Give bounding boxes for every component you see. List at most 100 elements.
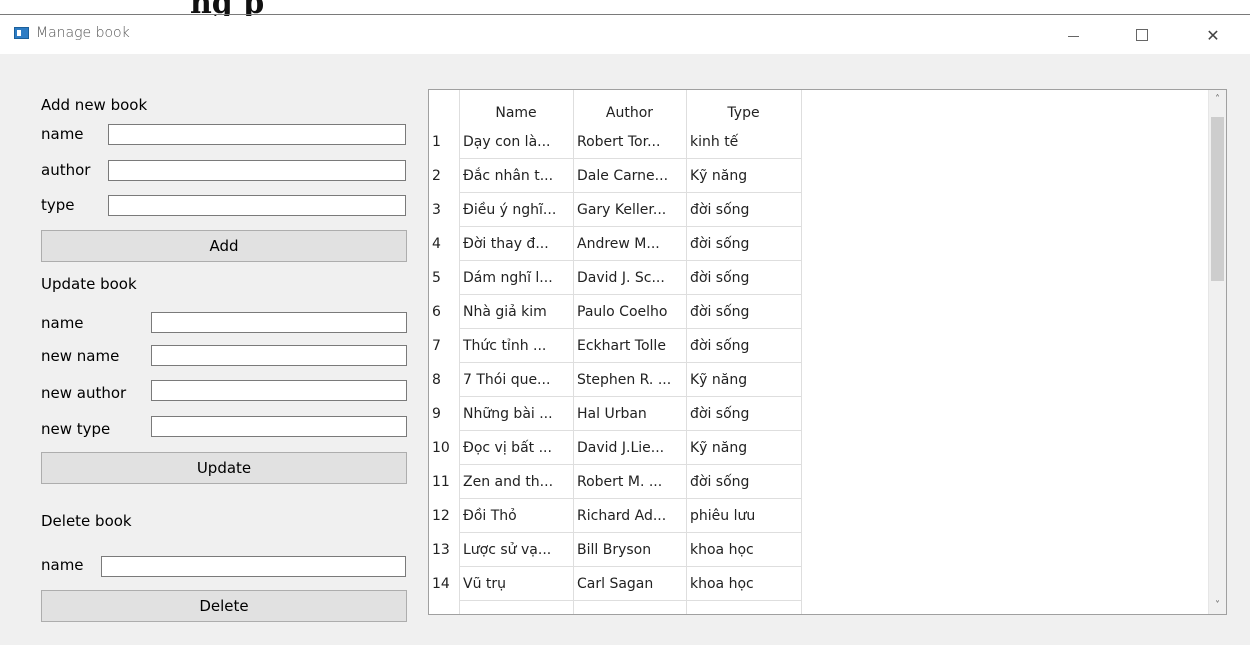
table-row[interactable]: 13 Lược sử vạ... Bill Bryson khoa học	[429, 533, 801, 567]
cell-name: Những bài ...	[463, 406, 553, 422]
cell-type: đời sống	[690, 338, 750, 354]
maximize-icon	[1136, 29, 1148, 41]
row-number: 10	[432, 440, 450, 456]
scrollbar-thumb[interactable]	[1211, 117, 1224, 281]
cell-name: Thức tỉnh ...	[463, 338, 547, 354]
minimize-icon	[1067, 35, 1079, 37]
table-row[interactable]: 8 7 Thói que... Stephen R. ... Kỹ năng	[429, 363, 801, 397]
update-button[interactable]: Update	[41, 452, 407, 484]
table-row[interactable]: 10 Đọc vị bất ... David J.Lie... Kỹ năng	[429, 431, 801, 465]
scroll-up-icon[interactable]: ˄	[1209, 90, 1226, 108]
cell-author: Paulo Coelho	[577, 304, 668, 320]
background-divider	[0, 14, 1250, 15]
row-number: 12	[432, 508, 450, 524]
add-name-label: name	[41, 125, 84, 143]
row-divider	[459, 192, 801, 193]
table-row[interactable]: 7 Thức tỉnh ... Eckhart Tolle đời sống	[429, 329, 801, 363]
grid-line	[801, 90, 802, 614]
delete-name-input[interactable]	[101, 556, 406, 577]
cell-author: Carl Sagan	[577, 576, 654, 592]
column-header-type[interactable]: Type	[686, 90, 801, 125]
cell-type: Kỹ năng	[690, 372, 748, 388]
row-number: 9	[432, 406, 441, 422]
cell-type: kinh tế	[690, 134, 739, 150]
add-button[interactable]: Add	[41, 230, 407, 262]
cell-author: Eckhart Tolle	[577, 338, 666, 354]
row-divider	[459, 464, 801, 465]
update-new-author-label: new author	[41, 384, 127, 402]
title-bar: Manage book ✕	[0, 16, 1250, 54]
row-number: 14	[432, 576, 450, 592]
update-new-name-label: new name	[41, 347, 120, 365]
row-divider	[459, 430, 801, 431]
table-row[interactable]: 12 Đồi Thỏ Richard Ad... phiêu lưu	[429, 499, 801, 533]
update-name-label: name	[41, 314, 84, 332]
close-button[interactable]: ✕	[1190, 16, 1236, 54]
cell-author: Robert Tor...	[577, 134, 661, 150]
table-row[interactable]: 14 Vũ trụ Carl Sagan khoa học	[429, 567, 801, 601]
delete-section-title: Delete book	[41, 512, 132, 530]
update-new-name-input[interactable]	[151, 345, 407, 366]
cell-name: Đời thay đ...	[463, 236, 549, 252]
table-row[interactable]: 1 Dạy con là... Robert Tor... kinh tế	[429, 125, 801, 159]
maximize-button[interactable]	[1119, 16, 1165, 54]
book-table[interactable]: Name Author Type 1 Dạy con là... Robert To…	[428, 89, 1227, 615]
cell-type: Kỹ năng	[690, 168, 748, 184]
row-divider	[459, 158, 801, 159]
update-new-author-input[interactable]	[151, 380, 407, 401]
app-window-icon	[14, 27, 29, 39]
cell-author: Andrew M...	[577, 236, 660, 252]
row-number: 2	[432, 168, 441, 184]
row-divider	[459, 226, 801, 227]
cell-author: David J.Lie...	[577, 440, 665, 456]
add-section-title: Add new book	[41, 96, 148, 114]
table-row[interactable]: 9 Những bài ... Hal Urban đời sống	[429, 397, 801, 431]
cell-name: Đồi Thỏ	[463, 508, 517, 524]
row-number: 11	[432, 474, 450, 490]
row-number: 7	[432, 338, 441, 354]
row-divider	[459, 498, 801, 499]
table-row[interactable]: 2 Đắc nhân t... Dale Carne... Kỹ năng	[429, 159, 801, 193]
cell-name: Vũ trụ	[463, 576, 507, 592]
table-row[interactable]: 5 Dám nghĩ l... David J. Sc... đời sống	[429, 261, 801, 295]
cell-name: Đọc vị bất ...	[463, 440, 552, 456]
table-row[interactable]: 6 Nhà giả kim Paulo Coelho đời sống	[429, 295, 801, 329]
add-type-input[interactable]	[108, 195, 406, 216]
row-number: 5	[432, 270, 441, 286]
cell-type: đời sống	[690, 304, 750, 320]
row-divider	[459, 260, 801, 261]
table-row[interactable]: 3 Điều ý nghĩ... Gary Keller... đời sống	[429, 193, 801, 227]
column-header-author[interactable]: Author	[573, 90, 686, 125]
cell-type: đời sống	[690, 406, 750, 422]
cell-type: đời sống	[690, 202, 750, 218]
cell-type: đời sống	[690, 270, 750, 286]
row-divider	[459, 600, 801, 601]
column-header-name[interactable]: Name	[459, 90, 573, 125]
cell-name: Đắc nhân t...	[463, 168, 554, 184]
cell-name: Lược sử vạ...	[463, 542, 552, 558]
cell-author: Dale Carne...	[577, 168, 669, 184]
row-divider	[459, 294, 801, 295]
table-row[interactable]: 4 Đời thay đ... Andrew M... đời sống	[429, 227, 801, 261]
cell-author: Gary Keller...	[577, 202, 667, 218]
delete-button[interactable]: Delete	[41, 590, 407, 622]
scroll-down-icon[interactable]: ˅	[1209, 596, 1226, 614]
row-divider	[459, 396, 801, 397]
minimize-button[interactable]	[1050, 16, 1096, 54]
delete-name-label: name	[41, 556, 84, 574]
row-number: 6	[432, 304, 441, 320]
update-name-input[interactable]	[151, 312, 407, 333]
update-new-type-input[interactable]	[151, 416, 407, 437]
update-section-title: Update book	[41, 275, 137, 293]
vertical-scrollbar[interactable]: ˄ ˅	[1208, 90, 1226, 614]
table-row[interactable]: 11 Zen and th... Robert M. ... đời sống	[429, 465, 801, 499]
close-icon: ✕	[1206, 25, 1220, 45]
row-divider	[459, 566, 801, 567]
add-author-input[interactable]	[108, 160, 406, 181]
row-divider	[459, 328, 801, 329]
cell-type: Kỹ năng	[690, 440, 748, 456]
cell-name: Điều ý nghĩ...	[463, 202, 557, 218]
cell-type: phiêu lưu	[690, 508, 756, 524]
cell-author: David J. Sc...	[577, 270, 665, 286]
add-name-input[interactable]	[108, 124, 406, 145]
